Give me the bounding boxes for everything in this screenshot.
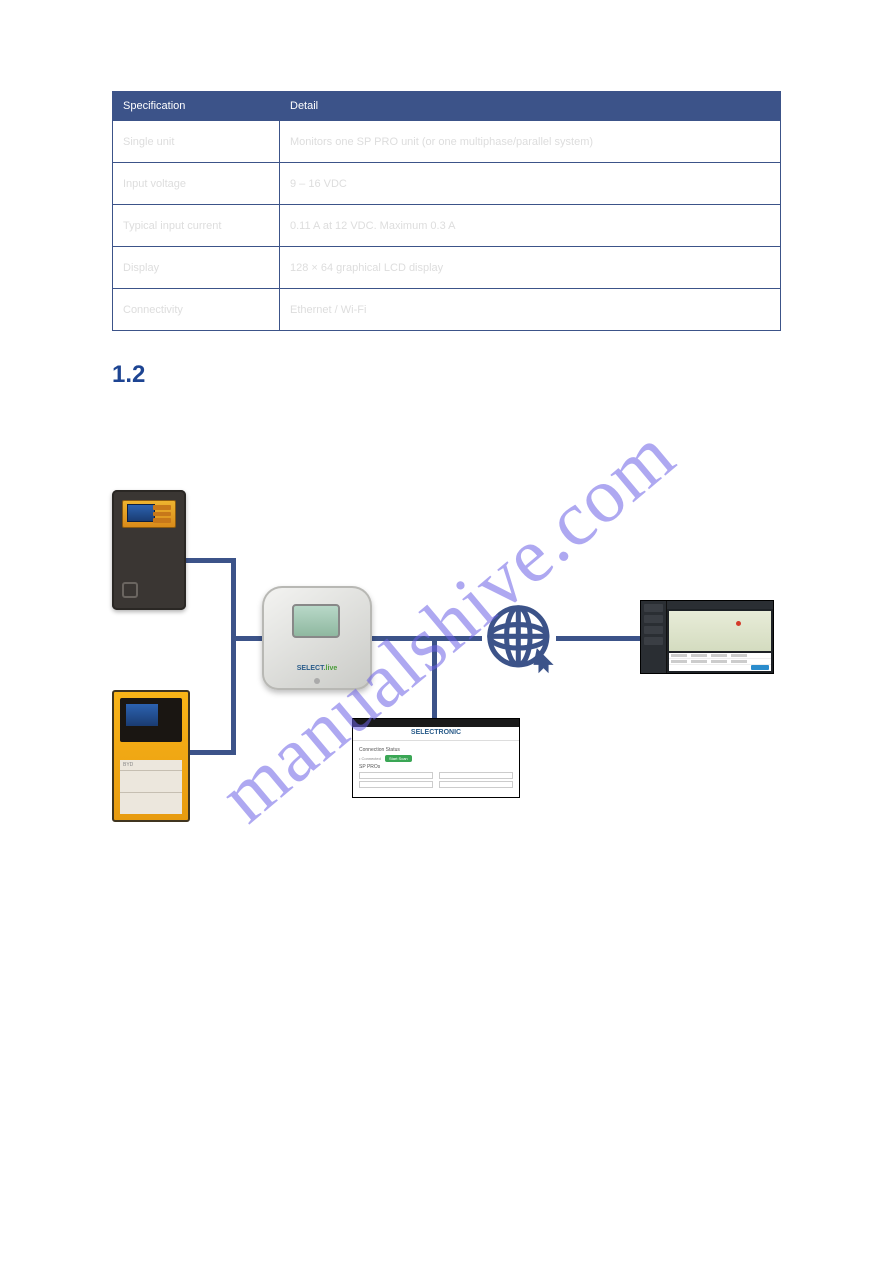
internet-globe-icon	[478, 596, 562, 680]
footer-page-num: 5	[775, 1212, 781, 1223]
footer-doc-id: Doc #OI0016 Rev08 2021	[112, 1212, 228, 1223]
intro-paragraph-2: The select.live device is connected to y…	[112, 446, 781, 481]
col-spec: Specification	[113, 92, 280, 121]
table-row: Input voltage 9 – 16 VDC	[113, 163, 781, 205]
sp-pro-inverter-icon	[112, 490, 186, 610]
system-diagram: BYD SELECT.live	[112, 490, 772, 850]
config-page-icon: SELECTRONIC Connection Status • Connecte…	[352, 718, 520, 798]
table-row: Typical input current 0.11 A at 12 VDC. …	[113, 205, 781, 247]
table-row: Single unit Monitors one SP PRO unit (or…	[113, 121, 781, 163]
col-detail: Detail	[280, 92, 781, 121]
table-row: Connectivity Ethernet / Wi-Fi	[113, 289, 781, 331]
table-row: Display 128 × 64 graphical LCD display	[113, 247, 781, 289]
spec-table: Specification Detail Single unit Monitor…	[112, 91, 781, 331]
intro-paragraph-1: The select.live device provides a link b…	[112, 401, 781, 436]
section-number: 1.2	[112, 361, 145, 389]
portal-dashboard-icon	[640, 600, 774, 674]
page-footer: Doc #OI0016 Rev08 2021 5	[112, 1212, 781, 1223]
config-brand: SELECTRONIC	[353, 727, 519, 741]
section-title: System overview	[163, 365, 314, 388]
spec-title: Select.live specifications	[112, 71, 781, 85]
section-header: Section 1 Introduction	[112, 56, 781, 68]
select-live-gateway-icon: SELECT.live	[262, 586, 372, 690]
battery-icon: BYD	[112, 690, 190, 822]
